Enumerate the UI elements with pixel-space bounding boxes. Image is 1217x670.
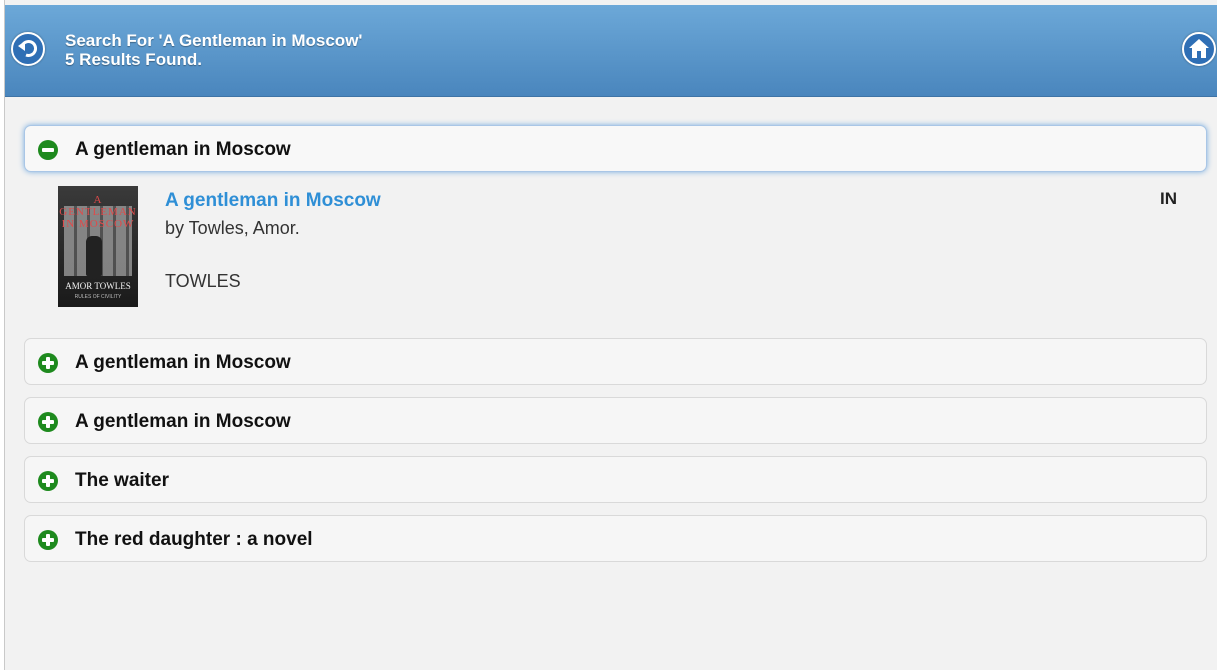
call-number: TOWLES [165,271,241,291]
header-bar: Search For 'A Gentleman in Moscow' 5 Res… [5,5,1217,97]
availability-status: IN [1160,189,1177,208]
result-detail: A GENTLEMAN IN MOSCOW AMOR TOWLES RULES … [24,172,1207,332]
result-row-2[interactable]: A gentleman in Moscow [24,338,1207,385]
book-author: by Towles, Amor. [165,218,300,238]
result-row-3[interactable]: A gentleman in Moscow [24,397,1207,444]
book-title-link[interactable]: A gentleman in Moscow [165,190,381,212]
result-row-1[interactable]: A gentleman in Moscow [24,125,1207,172]
plus-circle-icon [38,412,58,432]
plus-circle-icon [38,353,58,373]
result-label: A gentleman in Moscow [75,352,291,373]
book-cover-image[interactable]: A GENTLEMAN IN MOSCOW AMOR TOWLES RULES … [58,186,138,307]
home-icon [1189,39,1209,58]
plus-circle-icon [38,471,58,491]
result-label: The waiter [75,470,169,491]
result-label: The red daughter : a novel [75,529,313,550]
results-count-text: 5 Results Found. [65,50,202,69]
result-label: A gentleman in Moscow [75,139,291,160]
home-button[interactable] [1182,32,1216,66]
back-arrow-icon [18,39,38,57]
result-label: A gentleman in Moscow [75,411,291,432]
back-button[interactable] [11,32,45,66]
search-query-text: Search For 'A Gentleman in Moscow' [65,31,363,50]
plus-circle-icon [38,530,58,550]
window-left-edge [0,0,5,670]
result-row-4[interactable]: The waiter [24,456,1207,503]
search-summary: Search For 'A Gentleman in Moscow' 5 Res… [65,31,362,69]
minus-circle-icon [38,140,58,160]
result-row-5[interactable]: The red daughter : a novel [24,515,1207,562]
